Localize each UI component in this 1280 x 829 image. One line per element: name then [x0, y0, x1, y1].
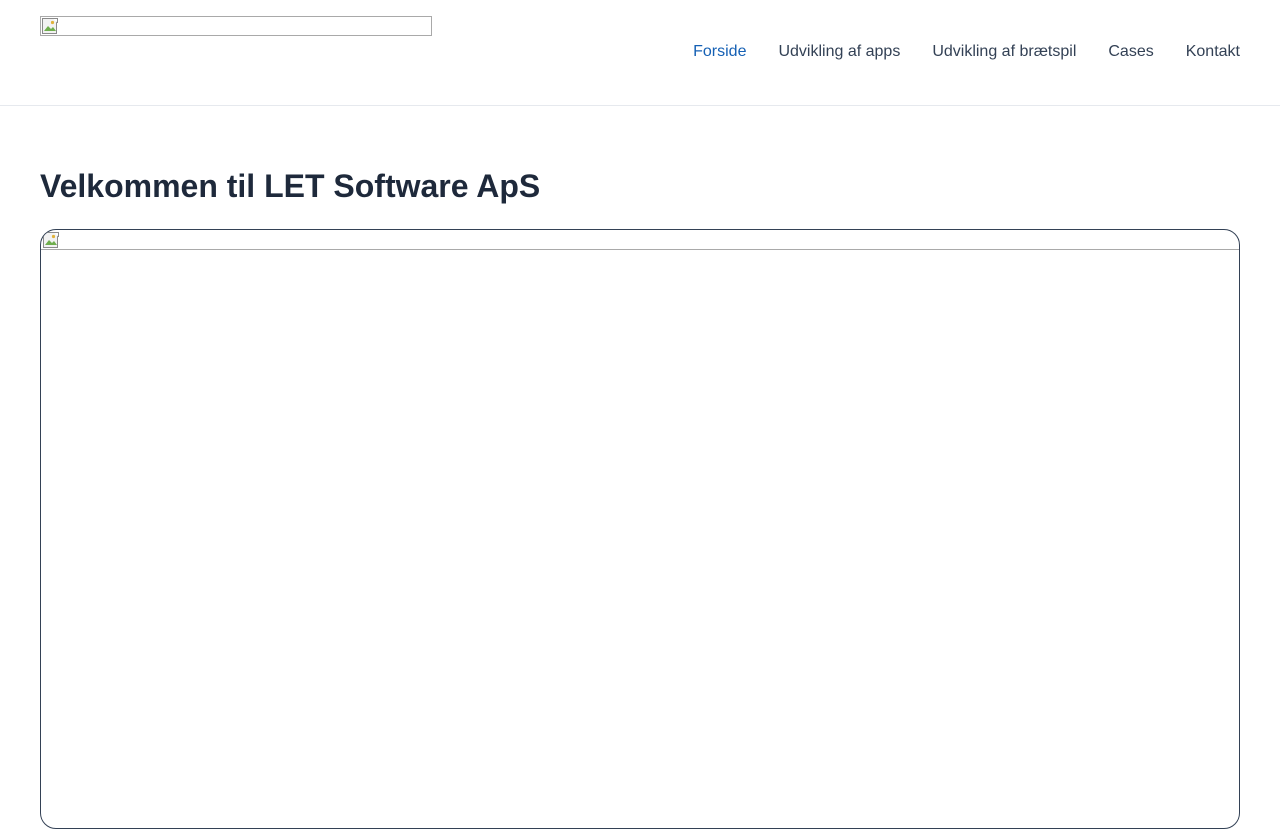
nav-item-udvikling-af-braetspil[interactable]: Udvikling af brætspil	[932, 42, 1076, 62]
main-nav: Forside Udvikling af apps Udvikling af b…	[693, 42, 1240, 62]
nav-item-kontakt[interactable]: Kontakt	[1186, 42, 1240, 62]
hero-image	[41, 230, 1239, 250]
nav-item-forside[interactable]: Forside	[693, 42, 746, 62]
hero-image-frame	[40, 229, 1240, 829]
page-title: Velkommen til LET Software ApS	[40, 168, 541, 204]
broken-image-icon	[42, 18, 58, 34]
broken-image-icon	[43, 232, 59, 248]
site-logo[interactable]	[40, 16, 432, 36]
nav-item-udvikling-af-apps[interactable]: Udvikling af apps	[778, 42, 900, 62]
nav-item-cases[interactable]: Cases	[1108, 42, 1153, 62]
site-header: Forside Udvikling af apps Udvikling af b…	[0, 0, 1280, 106]
